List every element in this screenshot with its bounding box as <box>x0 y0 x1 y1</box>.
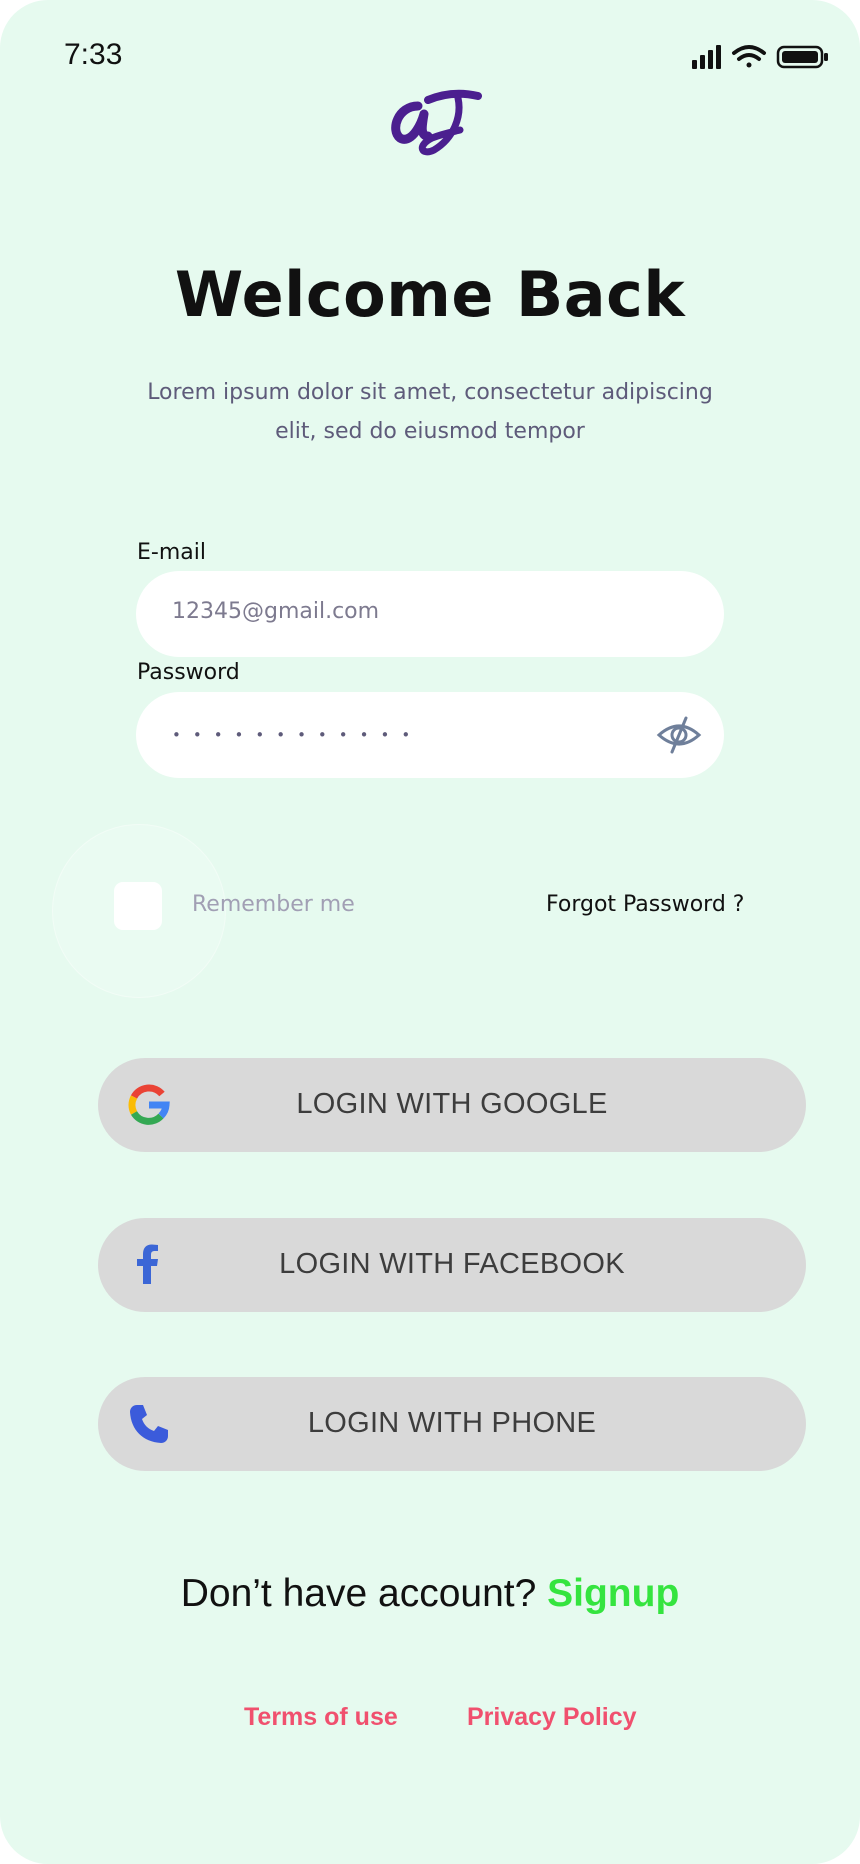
forgot-password-link[interactable]: Forgot Password ? <box>546 892 744 917</box>
login-screen: 7:33 Welcome Back Lorem ipsum dolor sit … <box>0 0 860 1864</box>
eye-off-icon[interactable] <box>656 712 702 758</box>
login-google-label: LOGIN WITH GOOGLE <box>296 1088 608 1120</box>
login-phone-label: LOGIN WITH PHONE <box>307 1407 597 1439</box>
battery-icon <box>776 45 828 69</box>
signal-icon <box>692 45 721 69</box>
password-value: •••••••••••• <box>172 726 423 744</box>
signup-link[interactable]: Signup <box>547 1572 679 1615</box>
login-facebook-label: LOGIN WITH FACEBOOK <box>279 1248 625 1280</box>
status-time: 7:33 <box>64 38 123 71</box>
brand-logo <box>391 89 482 156</box>
login-google-button[interactable]: LOGIN WITH GOOGLE <box>98 1058 806 1152</box>
wifi-icon <box>732 45 766 68</box>
password-label: Password <box>137 660 240 685</box>
remember-checkbox[interactable] <box>114 882 162 930</box>
password-field[interactable]: •••••••••••• <box>136 692 724 778</box>
login-facebook-button[interactable]: LOGIN WITH FACEBOOK <box>98 1218 806 1312</box>
email-field[interactable]: 12345@gmail.com <box>136 571 724 657</box>
status-icons <box>692 45 828 69</box>
privacy-policy-link[interactable]: Privacy Policy <box>467 1703 637 1732</box>
page-title: Welcome Back <box>174 258 686 331</box>
page-subtitle: Lorem ipsum dolor sit amet, consectetur … <box>147 380 713 444</box>
signup-row: Don’t have account? Signup <box>0 1572 860 1616</box>
email-label: E-mail <box>137 540 206 565</box>
signup-prompt: Don’t have account? <box>180 1572 537 1615</box>
email-value: 12345@gmail.com <box>172 599 380 624</box>
remember-label: Remember me <box>192 892 355 917</box>
login-phone-button[interactable]: LOGIN WITH PHONE <box>98 1377 806 1471</box>
terms-of-use-link[interactable]: Terms of use <box>244 1703 398 1732</box>
